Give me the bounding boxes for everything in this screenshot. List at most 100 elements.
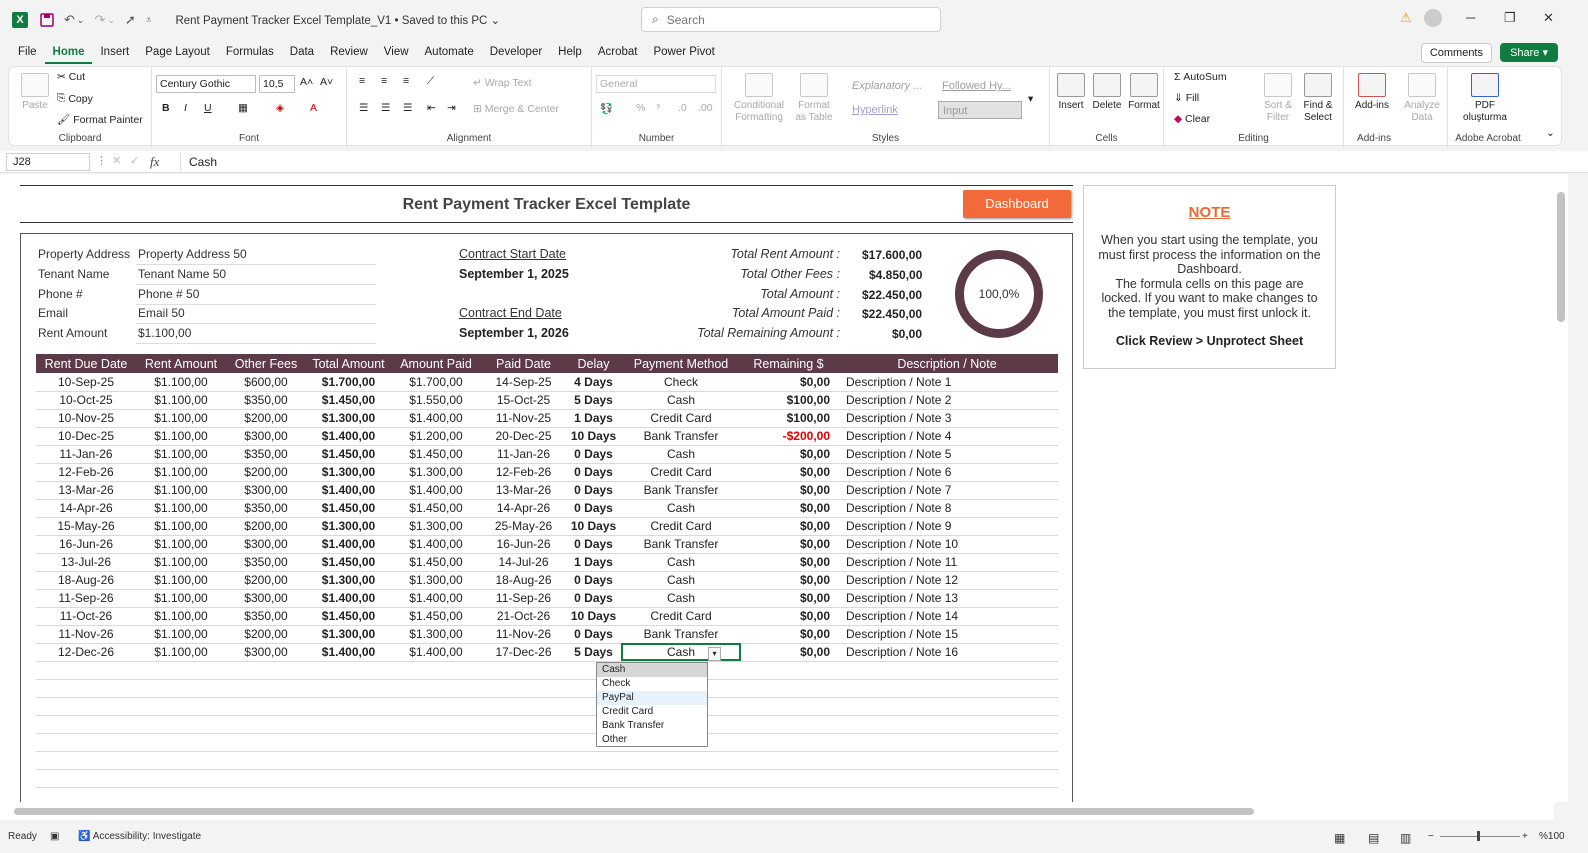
cell-delay[interactable]: 1 Days [566, 553, 621, 572]
cell-rent-due-date[interactable]: 10-Oct-25 [36, 391, 136, 410]
empty-cell[interactable] [741, 715, 836, 734]
cell-delay[interactable]: 10 Days [566, 427, 621, 446]
cell-delay[interactable]: 0 Days [566, 625, 621, 644]
cell-payment-method[interactable]: Cash [621, 643, 741, 662]
cell-total-amount[interactable]: $1.400,00 [306, 535, 391, 554]
empty-cell[interactable] [391, 751, 481, 770]
undo-icon[interactable]: ↶ [64, 12, 75, 28]
cell-description[interactable]: Description / Note 7 [836, 481, 1058, 500]
underline-icon[interactable]: U [204, 102, 212, 114]
cell-total-amount[interactable]: $1.300,00 [306, 463, 391, 482]
empty-cell[interactable] [306, 769, 391, 788]
phone-value[interactable]: Phone # 50 [138, 287, 199, 301]
cell-description[interactable]: Description / Note 6 [836, 463, 1058, 482]
cell-delay[interactable]: 0 Days [566, 535, 621, 554]
cell-other-fees[interactable]: $200,00 [226, 463, 306, 482]
cell-payment-method[interactable]: Cash [621, 391, 741, 410]
cell-rent-due-date[interactable]: 11-Oct-26 [36, 607, 136, 626]
cell-amount-paid[interactable]: $1.300,00 [391, 625, 481, 644]
fill-button[interactable]: ⇓ Fill [1174, 92, 1199, 104]
cell-rent-amount[interactable]: $1.100,00 [136, 625, 226, 644]
wrap-text-button[interactable]: ↵ Wrap Text [473, 77, 532, 89]
cell-description[interactable]: Description / Note 15 [836, 625, 1058, 644]
cell-payment-method[interactable]: Cash [621, 571, 741, 590]
styles-more-icon[interactable]: ▾ [1028, 93, 1033, 105]
cell-total-amount[interactable]: $1.400,00 [306, 427, 391, 446]
cell-total-amount[interactable]: $1.400,00 [306, 643, 391, 662]
cell-rent-due-date[interactable]: 10-Dec-25 [36, 427, 136, 446]
cell-remaining[interactable]: $0,00 [741, 481, 836, 500]
cell-payment-method[interactable]: Cash [621, 499, 741, 518]
cell-payment-method[interactable]: Bank Transfer [621, 625, 741, 644]
cell-amount-paid[interactable]: $1.450,00 [391, 553, 481, 572]
cell-rent-due-date[interactable]: 11-Nov-26 [36, 625, 136, 644]
cell-remaining[interactable]: $0,00 [741, 499, 836, 518]
cell-total-amount[interactable]: $1.300,00 [306, 517, 391, 536]
cell-rent-amount[interactable]: $1.100,00 [136, 373, 226, 392]
cell-other-fees[interactable]: $350,00 [226, 553, 306, 572]
cell-delay[interactable]: 10 Days [566, 607, 621, 626]
empty-cell[interactable] [36, 697, 136, 716]
increase-font-icon[interactable]: A˄ [300, 76, 313, 88]
empty-cell[interactable] [36, 715, 136, 734]
decrease-indent-icon[interactable]: ⇤ [427, 102, 436, 114]
empty-cell[interactable] [741, 697, 836, 716]
analyze-data-button[interactable]: Analyze Data [1400, 73, 1444, 124]
insert-cells-button[interactable]: Insert [1054, 73, 1088, 112]
enter-icon[interactable]: ✓ [130, 154, 139, 167]
empty-cell[interactable] [306, 715, 391, 734]
cell-total-amount[interactable]: $1.450,00 [306, 499, 391, 518]
tab-automate[interactable]: Automate [417, 40, 482, 64]
cell-other-fees[interactable]: $300,00 [226, 643, 306, 662]
font-name-combo[interactable]: Century Gothic [156, 75, 256, 93]
restore-icon[interactable]: ❐ [1504, 10, 1516, 26]
empty-cell[interactable] [136, 661, 226, 680]
empty-cell[interactable] [391, 661, 481, 680]
cell-rent-due-date[interactable]: 13-Jul-26 [36, 553, 136, 572]
empty-cell[interactable] [306, 679, 391, 698]
cell-amount-paid[interactable]: $1.400,00 [391, 589, 481, 608]
cut-button[interactable]: ✂ Cut [57, 71, 85, 83]
style-followed-hyperlink[interactable]: Followed Hy... [938, 77, 1022, 95]
empty-cell[interactable] [391, 679, 481, 698]
cell-description[interactable]: Description / Note 1 [836, 373, 1058, 392]
empty-cell[interactable] [136, 733, 226, 752]
orientation-icon[interactable]: ⟋ [427, 75, 434, 88]
cell-paid-date[interactable]: 14-Jul-26 [481, 553, 566, 572]
cell-remaining[interactable]: $0,00 [741, 517, 836, 536]
tab-page-layout[interactable]: Page Layout [137, 40, 218, 64]
empty-cell[interactable] [36, 661, 136, 680]
dashboard-button[interactable]: Dashboard [963, 190, 1071, 218]
font-size-combo[interactable]: 10,5 [259, 75, 295, 93]
dropdown-arrow-icon[interactable]: ▾ [708, 647, 721, 661]
cell-total-amount[interactable]: $1.450,00 [306, 553, 391, 572]
empty-cell[interactable] [481, 733, 566, 752]
cell-paid-date[interactable]: 21-Oct-26 [481, 607, 566, 626]
cell-amount-paid[interactable]: $1.450,00 [391, 499, 481, 518]
cell-rent-due-date[interactable]: 13-Mar-26 [36, 481, 136, 500]
currency-icon[interactable]: 💱 [600, 102, 613, 115]
empty-cell[interactable] [566, 751, 621, 770]
cell-rent-amount[interactable]: $1.100,00 [136, 535, 226, 554]
paste-button[interactable]: Paste [17, 73, 53, 112]
cell-rent-due-date[interactable]: 12-Dec-26 [36, 643, 136, 662]
increase-indent-icon[interactable]: ⇥ [447, 102, 456, 114]
cell-rent-due-date[interactable]: 11-Sep-26 [36, 589, 136, 608]
empty-cell[interactable] [136, 769, 226, 788]
empty-cell[interactable] [136, 715, 226, 734]
empty-cell[interactable] [836, 679, 1058, 698]
empty-cell[interactable] [741, 661, 836, 680]
tab-developer[interactable]: Developer [482, 40, 550, 64]
cell-description[interactable]: Description / Note 16 [836, 643, 1058, 662]
italic-icon[interactable]: I [184, 102, 187, 114]
zoom-out-icon[interactable]: − [1428, 831, 1434, 842]
comments-button[interactable]: Comments [1420, 43, 1492, 63]
cell-remaining[interactable]: -$200,00 [741, 427, 836, 446]
cell-total-amount[interactable]: $1.450,00 [306, 391, 391, 410]
empty-cell[interactable] [481, 751, 566, 770]
align-left-icon[interactable]: ☰ [359, 102, 368, 114]
cell-rent-amount[interactable]: $1.100,00 [136, 463, 226, 482]
cell-amount-paid[interactable]: $1.300,00 [391, 517, 481, 536]
cell-other-fees[interactable]: $200,00 [226, 517, 306, 536]
empty-cell[interactable] [136, 697, 226, 716]
